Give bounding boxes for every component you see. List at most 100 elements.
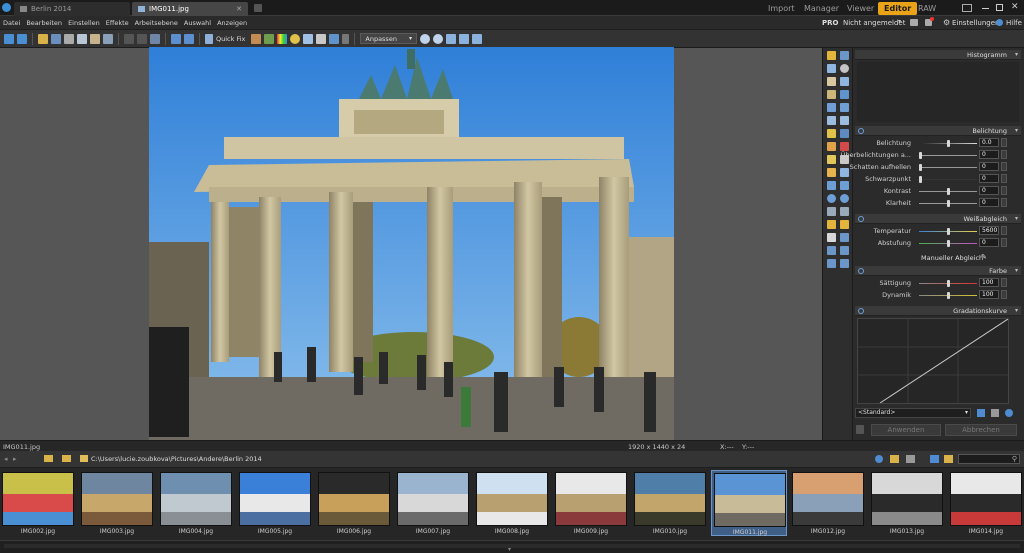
quick-fix-icon[interactable] [205,33,213,44]
filmstrip-thumbnail[interactable]: IMG007.jpg [395,470,471,536]
flip-icon[interactable] [150,33,160,44]
picture-tool-icon[interactable] [840,116,849,125]
filmstrip-thumbnail[interactable]: IMG003.jpg [79,470,155,536]
slider-handle[interactable] [947,188,950,195]
dropdown-arrow-icon[interactable]: ▾ [898,18,901,25]
maximize-icon[interactable] [996,4,1003,11]
cancel-button[interactable]: Abbrechen [945,424,1017,436]
filmstrip-thumbnail[interactable]: IMG005.jpg [237,470,313,536]
slider-handle[interactable] [947,240,950,247]
delete-preset-icon[interactable] [991,409,999,417]
mode-manager[interactable]: Manager [798,2,845,15]
exposure-header[interactable]: Belichtung ▾ [855,126,1021,136]
fit-window-icon[interactable] [445,33,456,44]
text-tool-icon[interactable] [827,103,836,112]
collapse-icon[interactable]: ▾ [1015,307,1018,314]
filmstrip-thumbnail[interactable]: IMG013.jpg [869,470,945,536]
slider-value-input[interactable]: 0 [979,150,999,159]
filmstrip-thumbnail[interactable]: IMG006.jpg [316,470,392,536]
bulb-icon[interactable] [290,33,301,44]
compare-icon[interactable] [184,33,194,44]
expand-filmstrip-icon[interactable]: ▾ [508,546,511,553]
slider-handle[interactable] [919,164,922,171]
color-picker-icon[interactable] [827,233,836,242]
rotate-tool-icon[interactable] [840,90,849,99]
fill-tool-icon[interactable] [840,220,849,229]
spinner-arrows-icon[interactable] [1001,238,1007,247]
watermark-tool-icon[interactable] [840,259,849,268]
refresh-icon[interactable] [875,455,883,463]
spinner-arrows-icon[interactable] [1001,138,1007,147]
cart-icon[interactable] [910,19,918,26]
app-logo-icon[interactable] [2,3,11,12]
brush-tool-icon[interactable] [827,142,836,151]
slider-handle[interactable] [947,292,950,299]
filmstrip-search-input[interactable]: ⚲ [958,454,1020,464]
filmstrip-thumbnail[interactable]: IMG009.jpg [553,470,629,536]
spinner-arrows-icon[interactable] [1001,174,1007,183]
slider-value-input[interactable]: 100 [979,290,999,299]
ellipse-tool-icon[interactable] [840,194,849,203]
menu-bearbeiten[interactable]: Bearbeiten [23,19,65,27]
spinner-arrows-icon[interactable] [1001,226,1007,235]
slider-track[interactable] [919,167,977,168]
spinner-arrows-icon[interactable] [1001,186,1007,195]
rainbow-icon[interactable] [277,33,288,44]
manual-wb-label[interactable]: Manueller Abgleich [921,254,983,262]
straighten-tool-icon[interactable] [840,246,849,255]
color-header[interactable]: Farbe ▾ [855,266,1021,276]
eyedropper-icon[interactable]: ✎ [981,253,987,261]
zoom-in-icon[interactable] [419,33,430,44]
tab-berlin-2014[interactable]: Berlin 2014 [14,2,130,16]
quick-fix-button[interactable]: Quick Fix [216,35,245,43]
curve-graph[interactable] [857,318,1009,404]
minimize-icon[interactable] [982,8,989,9]
filmstrip-thumbnail[interactable]: IMG008.jpg [474,470,550,536]
menu-effekte[interactable]: Effekte [103,19,132,27]
lock-icon[interactable] [856,425,864,434]
hand-tool-icon[interactable] [827,77,836,86]
open-folder-icon[interactable] [38,33,48,44]
copy-icon[interactable] [77,33,87,44]
zoom-out-icon[interactable] [432,33,443,44]
up-folder-icon[interactable] [44,455,53,462]
zoom-fit-dropdown[interactable]: Anpassen ▾ [360,33,417,44]
slider-track[interactable] [919,179,977,180]
slider-handle[interactable] [947,140,950,147]
crop-tool-icon[interactable] [827,90,836,99]
slider-value-input[interactable]: 0 [979,174,999,183]
apply-button[interactable]: Anwenden [871,424,941,436]
slider-handle[interactable] [947,228,950,235]
rotate-left-icon[interactable] [124,33,134,44]
perspective-tool-icon[interactable] [827,246,836,255]
slider-handle[interactable] [919,176,922,183]
fullscreen-icon[interactable] [471,33,482,44]
redo-icon[interactable] [17,33,27,44]
slider-value-input[interactable]: 0 [979,186,999,195]
actual-size-icon[interactable] [458,33,469,44]
spinner-arrows-icon[interactable] [1001,290,1007,299]
tools-dropdown-icon[interactable] [342,33,350,44]
folder-tree-icon[interactable] [944,455,953,463]
frame-tool-icon[interactable] [827,116,836,125]
browse-folder-icon[interactable] [62,455,71,462]
sharpen-icon[interactable] [303,33,314,44]
slider-handle[interactable] [919,152,922,159]
tab-img011[interactable]: IMG011.jpg ✕ [132,2,248,16]
save-icon[interactable] [51,33,61,44]
collapse-icon[interactable]: ▾ [1015,215,1018,222]
filmstrip-thumbnail[interactable]: IMG011.jpg [711,470,787,536]
levels-icon[interactable] [251,33,262,44]
slider-handle[interactable] [947,280,950,287]
spinner-arrows-icon[interactable] [1001,162,1007,171]
reset-icon[interactable] [858,308,864,314]
preset-dropdown[interactable]: <Standard> ▾ [855,408,971,418]
menu-datei[interactable]: Datei [0,19,23,27]
reset-icon[interactable] [858,128,864,134]
new-tab-icon[interactable] [254,4,262,12]
select-tool-icon[interactable] [827,64,836,73]
scrollbar-track[interactable] [4,544,1020,548]
dodge-tool-icon[interactable] [840,168,849,177]
back-icon[interactable]: ◂ [4,455,8,463]
color-icon[interactable] [264,33,275,44]
